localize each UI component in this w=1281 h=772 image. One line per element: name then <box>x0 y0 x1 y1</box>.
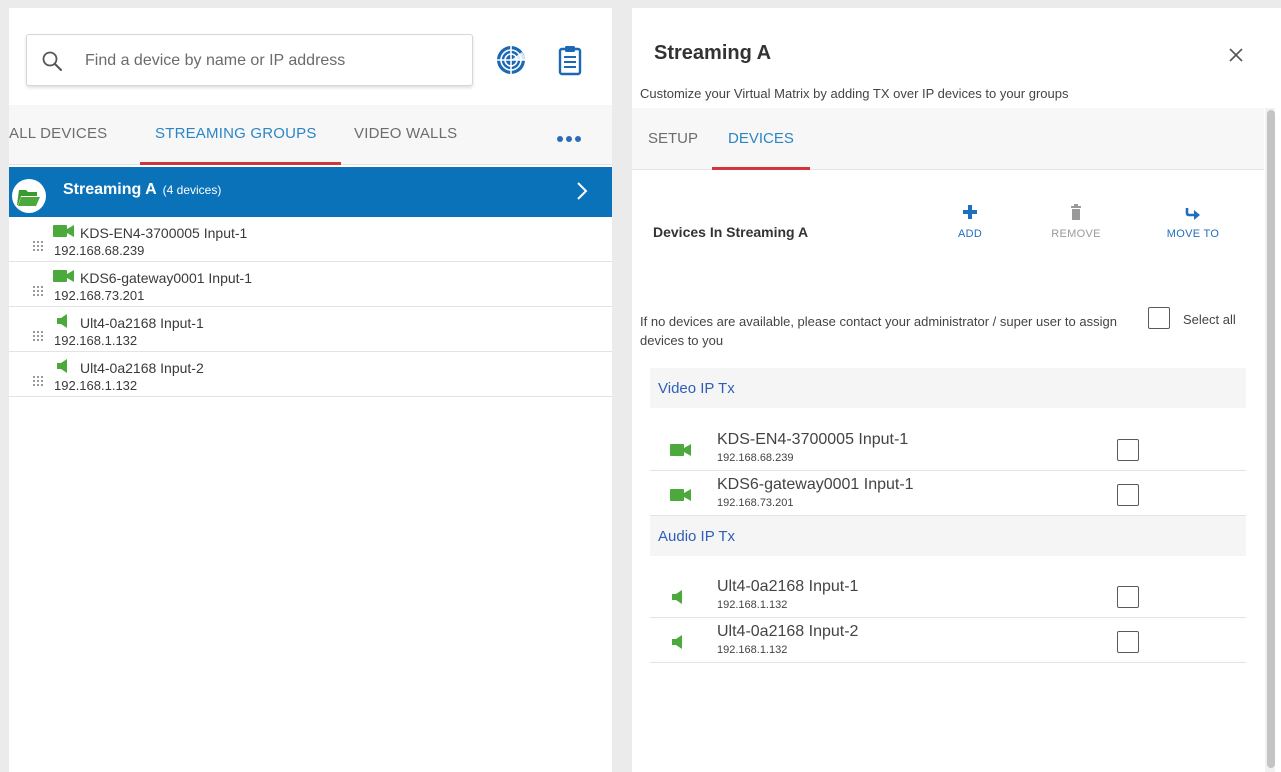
panel-subtitle: Customize your Virtual Matrix by adding … <box>640 86 1069 101</box>
drag-handle-icon[interactable] <box>33 241 45 253</box>
tab-setup[interactable]: SETUP <box>648 130 698 147</box>
device-checkbox[interactable] <box>1117 586 1139 608</box>
drag-handle-icon[interactable] <box>33 331 45 343</box>
tab-all-devices[interactable]: ALL DEVICES <box>9 125 107 142</box>
move-to-button[interactable]: MOVE TO <box>1158 204 1228 240</box>
move-to-label: MOVE TO <box>1166 228 1220 240</box>
device-ip: 192.168.68.239 <box>717 452 794 464</box>
active-tab-indicator <box>140 162 341 165</box>
section-title: Audio IP Tx <box>658 528 735 545</box>
device-ip: 192.168.1.132 <box>54 333 138 348</box>
device-name: Ult4-0a2168 Input-1 <box>717 578 859 595</box>
device-ip: 192.168.1.132 <box>54 378 138 393</box>
remove-label: REMOVE <box>1051 228 1101 240</box>
more-icon[interactable] <box>557 131 587 143</box>
device-ip: 192.168.1.132 <box>717 644 788 656</box>
group-device-count: (4 devices) <box>162 183 222 197</box>
speaker-icon <box>57 359 67 373</box>
table-row: KDS6-gateway0001 Input-1 192.168.73.201 <box>650 471 1246 516</box>
group-name: Streaming A (4 devices) <box>63 181 221 199</box>
list-item[interactable]: KDS6-gateway0001 Input-1 192.168.73.201 <box>9 262 612 307</box>
search-input[interactable] <box>85 47 455 75</box>
remove-button[interactable]: REMOVE <box>1046 204 1106 240</box>
section-title: Video IP Tx <box>658 380 735 397</box>
streaming-group-row[interactable]: Streaming A (4 devices) <box>9 167 612 217</box>
table-row: Ult4-0a2168 Input-2 192.168.1.132 <box>650 618 1246 663</box>
video-camera-icon <box>53 270 74 282</box>
table-row: Ult4-0a2168 Input-1 192.168.1.132 <box>650 573 1246 618</box>
group-name-label: Streaming A <box>63 181 157 198</box>
section-header-video: Video IP Tx <box>650 368 1246 408</box>
device-name: KDS6-gateway0001 Input-1 <box>717 476 914 493</box>
tab-streaming-groups[interactable]: STREAMING GROUPS <box>155 125 317 142</box>
tab-devices[interactable]: DEVICES <box>728 130 794 147</box>
device-ip: 192.168.68.239 <box>54 243 145 258</box>
notice-text: If no devices are available, please cont… <box>640 314 1117 348</box>
select-all-label: Select all <box>1183 312 1236 327</box>
device-ip: 192.168.1.132 <box>717 599 788 611</box>
right-tab-bar: SETUP DEVICES <box>632 108 1264 170</box>
drag-handle-icon[interactable] <box>33 286 45 298</box>
video-camera-icon <box>670 444 691 456</box>
list-item[interactable]: KDS-EN4-3700005 Input-1 192.168.68.239 <box>9 217 612 262</box>
chevron-right-icon[interactable] <box>575 181 589 201</box>
list-item[interactable]: Ult4-0a2168 Input-2 192.168.1.132 <box>9 352 612 397</box>
device-name: Ult4-0a2168 Input-1 <box>80 315 204 331</box>
tab-video-walls[interactable]: VIDEO WALLS <box>354 125 457 142</box>
add-label: ADD <box>957 228 983 240</box>
clipboard-icon[interactable] <box>554 44 586 76</box>
speaker-icon <box>672 635 682 649</box>
trash-icon <box>1071 204 1081 220</box>
group-details-panel: Streaming A Customize your Virtual Matri… <box>632 8 1281 772</box>
device-name: KDS-EN4-3700005 Input-1 <box>717 431 909 448</box>
video-camera-icon <box>53 225 74 237</box>
device-ip: 192.168.73.201 <box>717 497 794 509</box>
radar-icon[interactable] <box>495 44 527 76</box>
section-header-audio: Audio IP Tx <box>650 516 1246 556</box>
speaker-icon <box>57 314 67 328</box>
select-all-checkbox[interactable] <box>1148 307 1170 329</box>
device-name: Ult4-0a2168 Input-2 <box>717 623 859 640</box>
devices-heading: Devices In Streaming A <box>653 224 809 240</box>
device-browser-panel: ALL DEVICES STREAMING GROUPS VIDEO WALLS… <box>9 8 612 772</box>
device-ip: 192.168.73.201 <box>54 288 145 303</box>
scrollbar[interactable] <box>1267 110 1275 768</box>
speaker-icon <box>672 590 682 604</box>
device-name: KDS6-gateway0001 Input-1 <box>80 270 252 286</box>
active-tab-indicator <box>712 167 810 170</box>
add-button[interactable]: ADD <box>950 204 990 240</box>
table-row: KDS-EN4-3700005 Input-1 192.168.68.239 <box>650 426 1246 471</box>
search-icon <box>42 51 62 71</box>
device-checkbox[interactable] <box>1117 484 1139 506</box>
share-arrow-icon <box>1185 208 1200 220</box>
search-box <box>26 34 473 86</box>
drag-handle-icon[interactable] <box>33 376 45 388</box>
device-name: Ult4-0a2168 Input-2 <box>80 360 204 376</box>
video-camera-icon <box>670 489 691 501</box>
panel-title: Streaming A <box>654 42 772 64</box>
folder-open-icon <box>12 179 46 213</box>
device-name: KDS-EN4-3700005 Input-1 <box>80 225 248 241</box>
close-icon[interactable] <box>1227 46 1245 64</box>
left-tab-bar: ALL DEVICES STREAMING GROUPS VIDEO WALLS <box>9 105 612 165</box>
list-item[interactable]: Ult4-0a2168 Input-1 192.168.1.132 <box>9 307 612 352</box>
plus-icon <box>963 205 977 219</box>
device-checkbox[interactable] <box>1117 631 1139 653</box>
device-checkbox[interactable] <box>1117 439 1139 461</box>
